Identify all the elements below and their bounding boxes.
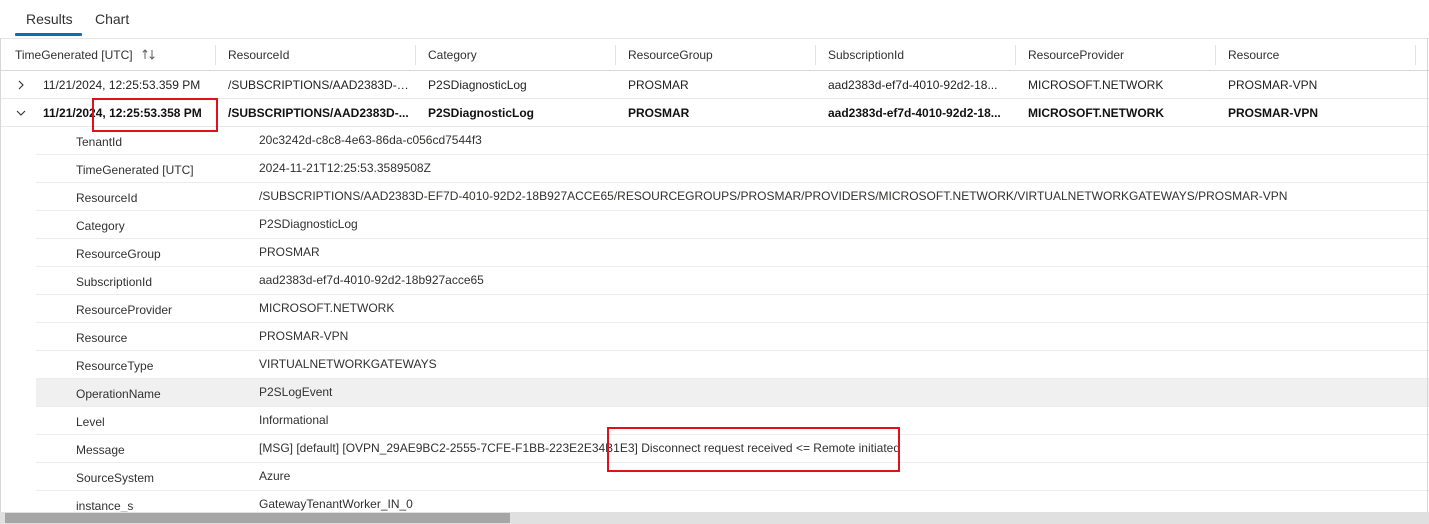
column-resize-handle[interactable] — [215, 45, 216, 65]
detail-row-subscriptionid[interactable]: SubscriptionId aad2383d-ef7d-4010-92d2-1… — [36, 267, 1429, 295]
column-resize-handle[interactable] — [1215, 45, 1216, 65]
cell-time: 11/21/2024, 12:25:53.359 PM — [43, 78, 201, 92]
detail-row-resourceid[interactable]: ResourceId /SUBSCRIPTIONS/AAD2383D-EF7D-… — [36, 183, 1429, 211]
chevron-down-icon[interactable] — [15, 107, 27, 119]
detail-value: PROSMAR — [259, 245, 320, 259]
grid-left-border — [0, 38, 1, 512]
detail-key: Message — [76, 443, 125, 457]
detail-key: SourceSystem — [76, 471, 155, 485]
cell-resourcegroup: PROSMAR — [628, 106, 690, 120]
detail-key: ResourceType — [76, 359, 154, 373]
sort-up-down-icon[interactable] — [141, 39, 159, 71]
detail-row-operationname[interactable]: OperationName P2SLogEvent — [36, 379, 1429, 407]
column-header-resource[interactable]: Resource — [1228, 39, 1279, 71]
annotation-highlight-box — [92, 98, 218, 132]
detail-value: Azure — [259, 469, 291, 483]
detail-value: VIRTUALNETWORKGATEWAYS — [259, 357, 437, 371]
detail-value: aad2383d-ef7d-4010-92d2-18b927acce65 — [259, 273, 484, 287]
column-resize-handle[interactable] — [1415, 45, 1416, 65]
detail-key: Resource — [76, 331, 128, 345]
cell-category: P2SDiagnosticLog — [428, 106, 535, 120]
column-header-resourceprovider[interactable]: ResourceProvider — [1028, 39, 1124, 71]
detail-key: ResourceId — [76, 191, 138, 205]
detail-row-category[interactable]: Category P2SDiagnosticLog — [36, 211, 1429, 239]
tab-results[interactable]: Results — [26, 11, 73, 27]
detail-row-resourceprovider[interactable]: ResourceProvider MICROSOFT.NETWORK — [36, 295, 1429, 323]
cell-resourceprovider: MICROSOFT.NETWORK — [1028, 78, 1164, 92]
scrollbar-thumb[interactable] — [5, 513, 510, 523]
grid-header: TimeGenerated [UTC] ResourceId Category … — [0, 38, 1429, 71]
grid-right-border — [1427, 38, 1428, 512]
detail-value: PROSMAR-VPN — [259, 329, 349, 343]
column-header-timegenerated[interactable]: TimeGenerated [UTC] — [15, 39, 133, 71]
column-resize-handle[interactable] — [615, 45, 616, 65]
detail-key: ResourceGroup — [76, 247, 161, 261]
column-resize-handle[interactable] — [415, 45, 416, 65]
detail-row-resource[interactable]: Resource PROSMAR-VPN — [36, 323, 1429, 351]
detail-row-resourcegroup[interactable]: ResourceGroup PROSMAR — [36, 239, 1429, 267]
detail-row-timegenerated[interactable]: TimeGenerated [UTC] 2024-11-21T12:25:53.… — [36, 155, 1429, 183]
detail-row-tenantid[interactable]: TenantId 20c3242d-c8c8-4e63-86da-c056cd7… — [36, 127, 1429, 155]
detail-row-resourcetype[interactable]: ResourceType VIRTUALNETWORKGATEWAYS — [36, 351, 1429, 379]
column-header-resourcegroup[interactable]: ResourceGroup — [628, 39, 713, 71]
horizontal-scrollbar[interactable] — [0, 512, 1429, 524]
column-header-category[interactable]: Category — [428, 39, 477, 71]
detail-value: P2SDiagnosticLog — [259, 217, 358, 231]
cell-resourceprovider: MICROSOFT.NETWORK — [1028, 106, 1164, 120]
cell-subscriptionid: aad2383d-ef7d-4010-92d2-18... — [828, 106, 1001, 120]
cell-resource: PROSMAR-VPN — [1228, 78, 1318, 92]
cell-resourceid: /SUBSCRIPTIONS/AAD2383D-E... — [228, 78, 410, 92]
column-resize-handle[interactable] — [815, 45, 816, 65]
detail-key: SubscriptionId — [76, 275, 153, 289]
cell-category: P2SDiagnosticLog — [428, 78, 527, 92]
detail-value: /SUBSCRIPTIONS/AAD2383D-EF7D-4010-92D2-1… — [259, 189, 1288, 203]
detail-key: Level — [76, 415, 105, 429]
chevron-right-icon[interactable] — [15, 79, 27, 91]
detail-key: TimeGenerated [UTC] — [76, 163, 194, 177]
cell-resourcegroup: PROSMAR — [628, 78, 689, 92]
detail-value: Informational — [259, 413, 329, 427]
table-row[interactable]: 11/21/2024, 12:25:53.359 PM /SUBSCRIPTIO… — [0, 71, 1429, 99]
cell-resource: PROSMAR-VPN — [1228, 106, 1319, 120]
cell-resourceid: /SUBSCRIPTIONS/AAD2383D-... — [228, 106, 409, 120]
detail-value: P2SLogEvent — [259, 385, 333, 399]
detail-key: OperationName — [76, 387, 161, 401]
tab-chart[interactable]: Chart — [95, 11, 129, 27]
detail-value: 20c3242d-c8c8-4e63-86da-c056cd7544f3 — [259, 133, 482, 147]
detail-value: MICROSOFT.NETWORK — [259, 301, 395, 315]
column-header-resourceid[interactable]: ResourceId — [228, 39, 289, 71]
detail-key: ResourceProvider — [76, 303, 173, 317]
results-tab-bar: Results Chart — [0, 0, 1429, 38]
detail-key: Category — [76, 219, 125, 233]
column-resize-handle[interactable] — [1015, 45, 1016, 65]
active-tab-indicator — [15, 33, 82, 36]
detail-value: 2024-11-21T12:25:53.3589508Z — [259, 161, 431, 175]
column-header-subscriptionid[interactable]: SubscriptionId — [828, 39, 904, 71]
cell-subscriptionid: aad2383d-ef7d-4010-92d2-18... — [828, 78, 998, 92]
annotation-highlight-box — [607, 427, 900, 472]
